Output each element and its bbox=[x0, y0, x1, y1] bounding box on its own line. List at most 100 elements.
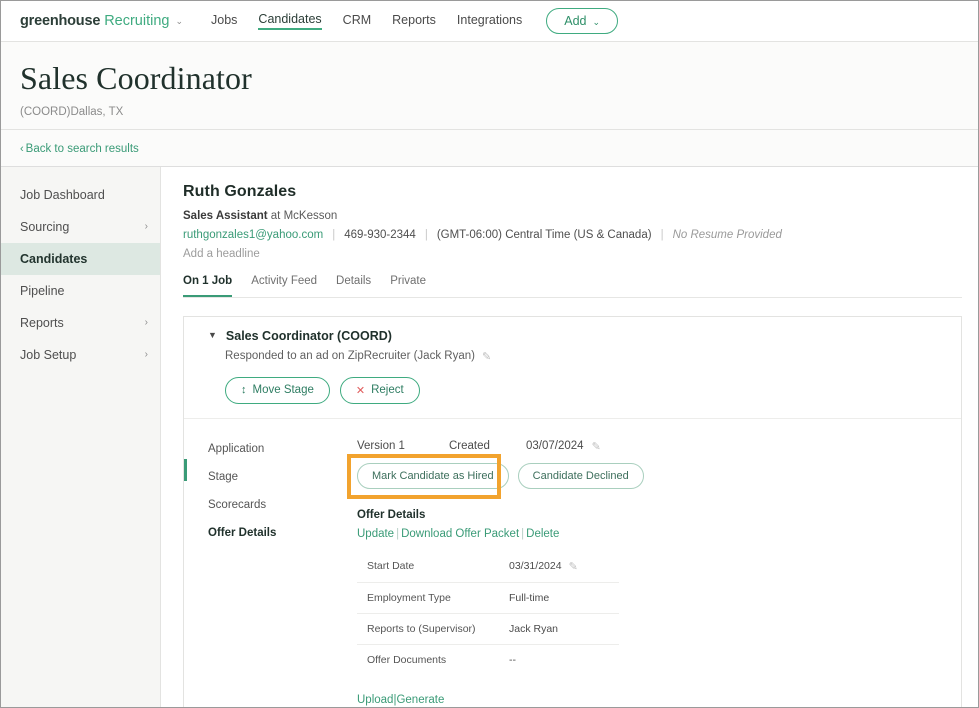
add-button[interactable]: Add ⌄ bbox=[546, 8, 618, 34]
sidebar-item-label: Sourcing bbox=[20, 220, 69, 234]
page-subtitle: (COORD)Dallas, TX bbox=[20, 106, 978, 118]
top-navigation-bar: greenhouse Recruiting ⌄ Jobs Candidates … bbox=[1, 1, 978, 42]
application-detail-section: Application Stage Scorecards Offer Detai… bbox=[184, 419, 961, 708]
tab-private[interactable]: Private bbox=[390, 275, 426, 297]
sidebar: Job Dashboard Sourcing › Candidates Pipe… bbox=[1, 167, 161, 708]
sidebar-item-label: Job Dashboard bbox=[20, 188, 105, 202]
chevron-left-icon: ‹ bbox=[20, 143, 24, 155]
offer-row-value: -- bbox=[509, 644, 619, 675]
offer-row-value: Full-time bbox=[509, 582, 619, 613]
offer-row-key: Reports to (Supervisor) bbox=[357, 613, 509, 644]
tab-on-1-job[interactable]: On 1 Job bbox=[183, 275, 232, 297]
application-created-date: 03/07/2024 bbox=[526, 440, 584, 452]
table-row: Reports to (Supervisor) Jack Ryan bbox=[357, 613, 619, 644]
candidate-email-link[interactable]: ruthgonzales1@yahoo.com bbox=[183, 229, 323, 241]
candidate-role-preposition: at bbox=[268, 210, 284, 222]
candidate-contact-row: ruthgonzales1@yahoo.com | 469-930-2344 |… bbox=[183, 229, 962, 241]
application-version: Version 1 bbox=[357, 440, 449, 452]
nav-link-jobs[interactable]: Jobs bbox=[211, 13, 237, 29]
sidebar-item-candidates[interactable]: Candidates bbox=[1, 243, 160, 275]
application-created-value: 03/07/2024 ✎ bbox=[526, 440, 601, 453]
app-window: greenhouse Recruiting ⌄ Jobs Candidates … bbox=[0, 0, 979, 708]
candidate-declined-button[interactable]: Candidate Declined bbox=[518, 463, 644, 489]
offer-row-value: Jack Ryan bbox=[509, 613, 619, 644]
nav-link-integrations[interactable]: Integrations bbox=[457, 13, 522, 29]
sidebar-item-reports[interactable]: Reports › bbox=[1, 307, 160, 339]
offer-row-value: 03/31/2024 ✎ bbox=[509, 551, 619, 583]
application-detail-body: Version 1 Created 03/07/2024 ✎ Mark Cand… bbox=[339, 435, 961, 708]
offer-details-links: Update|Download Offer Packet|Delete bbox=[357, 528, 961, 540]
detail-nav-stage[interactable]: Stage bbox=[208, 463, 339, 491]
download-offer-packet-link[interactable]: Download Offer Packet bbox=[401, 528, 519, 540]
delete-offer-link[interactable]: Delete bbox=[526, 528, 559, 540]
job-card-action-buttons: ↕ Move Stage ✕ Reject bbox=[225, 377, 961, 404]
tab-details[interactable]: Details bbox=[336, 275, 371, 297]
table-row: Employment Type Full-time bbox=[357, 582, 619, 613]
divider: | bbox=[396, 528, 399, 540]
generate-document-link[interactable]: Generate bbox=[396, 694, 444, 706]
nav-link-candidates[interactable]: Candidates bbox=[258, 12, 321, 30]
chevron-down-icon[interactable]: ⌄ bbox=[175, 16, 183, 27]
back-link-label: Back to search results bbox=[26, 143, 139, 155]
greenhouse-logo[interactable]: greenhouse Recruiting ⌄ bbox=[20, 13, 183, 29]
nav-link-reports[interactable]: Reports bbox=[392, 13, 436, 29]
upload-document-link[interactable]: Upload bbox=[357, 694, 393, 706]
candidate-phone: 469-930-2344 bbox=[344, 229, 416, 241]
back-to-search-results-link[interactable]: ‹Back to search results bbox=[20, 143, 139, 155]
pencil-edit-icon[interactable]: ✎ bbox=[569, 560, 578, 573]
reject-label: Reject bbox=[371, 384, 404, 396]
detail-nav-application[interactable]: Application bbox=[208, 435, 339, 463]
job-card-header: ▼ Sales Coordinator (COORD) Responded to… bbox=[184, 317, 961, 404]
primary-nav-links: Jobs Candidates CRM Reports Integrations bbox=[211, 12, 522, 30]
detail-nav-scorecards[interactable]: Scorecards bbox=[208, 491, 339, 519]
sidebar-item-job-setup[interactable]: Job Setup › bbox=[1, 339, 160, 371]
logo-primary-text: greenhouse bbox=[20, 13, 100, 29]
chevron-right-icon: › bbox=[145, 349, 148, 360]
candidate-status-buttons: Mark Candidate as Hired Candidate Declin… bbox=[357, 463, 961, 489]
updown-arrow-icon: ↕ bbox=[241, 384, 247, 396]
application-detail-nav: Application Stage Scorecards Offer Detai… bbox=[184, 435, 339, 708]
candidate-timezone: (GMT-06:00) Central Time (US & Canada) bbox=[437, 229, 652, 241]
divider: | bbox=[521, 528, 524, 540]
offer-details-table: Start Date 03/31/2024 ✎ Employment Type bbox=[357, 551, 619, 675]
sidebar-item-label: Pipeline bbox=[20, 284, 64, 298]
job-card-title-row[interactable]: ▼ Sales Coordinator (COORD) bbox=[208, 329, 961, 343]
sidebar-item-pipeline[interactable]: Pipeline bbox=[1, 275, 160, 307]
chevron-down-icon: ⌄ bbox=[593, 17, 601, 28]
job-source-row: Responded to an ad on ZipRecruiter (Jack… bbox=[225, 350, 961, 363]
move-stage-button[interactable]: ↕ Move Stage bbox=[225, 377, 330, 404]
offer-document-links: Upload|Generate bbox=[357, 694, 961, 706]
nav-link-crm[interactable]: CRM bbox=[343, 13, 371, 29]
logo-secondary-text: Recruiting bbox=[104, 13, 169, 29]
application-version-row: Version 1 Created 03/07/2024 ✎ bbox=[357, 435, 961, 453]
table-row: Start Date 03/31/2024 ✎ bbox=[357, 551, 619, 583]
sidebar-item-sourcing[interactable]: Sourcing › bbox=[1, 211, 160, 243]
move-stage-label: Move Stage bbox=[253, 384, 314, 396]
tab-activity-feed[interactable]: Activity Feed bbox=[251, 275, 317, 297]
update-offer-link[interactable]: Update bbox=[357, 528, 394, 540]
add-button-label: Add bbox=[564, 14, 586, 28]
mark-candidate-as-hired-button[interactable]: Mark Candidate as Hired bbox=[357, 463, 509, 489]
pencil-edit-icon[interactable]: ✎ bbox=[592, 440, 601, 453]
candidate-tabs: On 1 Job Activity Feed Details Private bbox=[183, 275, 962, 298]
add-headline-link[interactable]: Add a headline bbox=[183, 248, 962, 260]
candidate-name: Ruth Gonzales bbox=[183, 183, 962, 201]
sidebar-item-label: Job Setup bbox=[20, 348, 76, 362]
divider: | bbox=[661, 229, 664, 241]
triangle-down-icon[interactable]: ▼ bbox=[208, 330, 217, 340]
reject-button[interactable]: ✕ Reject bbox=[340, 377, 420, 404]
pencil-edit-icon[interactable]: ✎ bbox=[482, 350, 491, 363]
offer-row-key: Employment Type bbox=[357, 582, 509, 613]
page-header: Sales Coordinator (COORD)Dallas, TX bbox=[1, 42, 978, 130]
offer-row-key: Offer Documents bbox=[357, 644, 509, 675]
job-source-text: Responded to an ad on ZipRecruiter (Jack… bbox=[225, 350, 475, 362]
page-title: Sales Coordinator bbox=[20, 60, 978, 97]
detail-nav-offer-details[interactable]: Offer Details bbox=[208, 519, 339, 547]
table-row: Offer Documents -- bbox=[357, 644, 619, 675]
page-body: Job Dashboard Sourcing › Candidates Pipe… bbox=[1, 167, 978, 708]
offer-row-key: Start Date bbox=[357, 551, 509, 583]
application-created-label: Created bbox=[449, 440, 526, 452]
job-application-card: ▼ Sales Coordinator (COORD) Responded to… bbox=[183, 316, 962, 708]
sidebar-item-label: Candidates bbox=[20, 252, 87, 266]
sidebar-item-job-dashboard[interactable]: Job Dashboard bbox=[1, 179, 160, 211]
